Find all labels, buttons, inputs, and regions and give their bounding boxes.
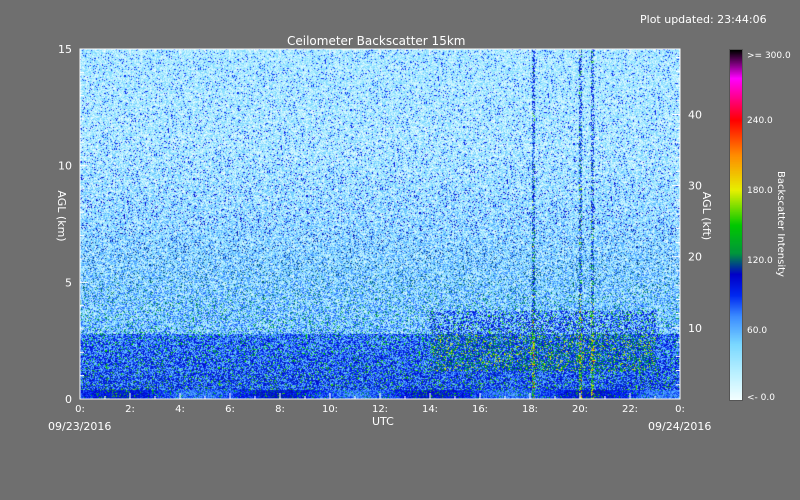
date-end-label: 09/24/2016 [648, 420, 712, 433]
chart-title: Ceilometer Backscatter 15km [287, 34, 466, 48]
y-tick-label-left: 5 [65, 276, 72, 289]
colorbar-tick-label: 240.0 [747, 116, 773, 126]
y-tick-label-right: 20 [688, 251, 702, 264]
colorbar-gradient [730, 50, 742, 400]
colorbar-tick-label: 180.0 [747, 186, 773, 196]
x-tick-label: 10: [322, 404, 338, 415]
y-tick-label-right: 40 [688, 108, 702, 121]
x-axis-label: UTC [372, 415, 394, 428]
x-tick-label: 6: [225, 404, 235, 415]
y-tick-label-left: 10 [58, 160, 72, 173]
x-tick-label: 20: [572, 404, 588, 415]
backscatter-heatmap [80, 49, 680, 399]
x-tick-label: 16: [472, 404, 488, 415]
date-start-label: 09/23/2016 [48, 420, 112, 433]
colorbar-label: Backscatter Intensity [775, 171, 786, 277]
colorbar [729, 49, 743, 401]
x-tick-label: 0: [675, 404, 685, 415]
y-axis-label-left: AGL (km) [55, 190, 68, 241]
x-tick-label: 8: [275, 404, 285, 415]
y-tick-label-left: 0 [65, 393, 72, 406]
colorbar-tick-label: >= 300.0 [747, 51, 791, 61]
x-tick-label: 14: [422, 404, 438, 415]
x-tick-label: 0: [75, 404, 85, 415]
y-tick-label-right: 30 [688, 180, 702, 193]
x-tick-label: 12: [372, 404, 388, 415]
y-axis-label-right: AGL (kft) [700, 192, 713, 240]
plot-updated-label: Plot updated: 23:44:06 [640, 13, 767, 26]
colorbar-tick-label: 120.0 [747, 256, 773, 266]
heatmap-canvas [80, 49, 680, 399]
y-tick-label-left: 15 [58, 43, 72, 56]
x-tick-label: 4: [175, 404, 185, 415]
y-tick-label-right: 10 [688, 322, 702, 335]
x-tick-label: 22: [622, 404, 638, 415]
colorbar-tick-label: <- 0.0 [747, 393, 775, 403]
x-tick-label: 2: [125, 404, 135, 415]
colorbar-tick-label: 60.0 [747, 326, 767, 336]
x-tick-label: 18: [522, 404, 538, 415]
